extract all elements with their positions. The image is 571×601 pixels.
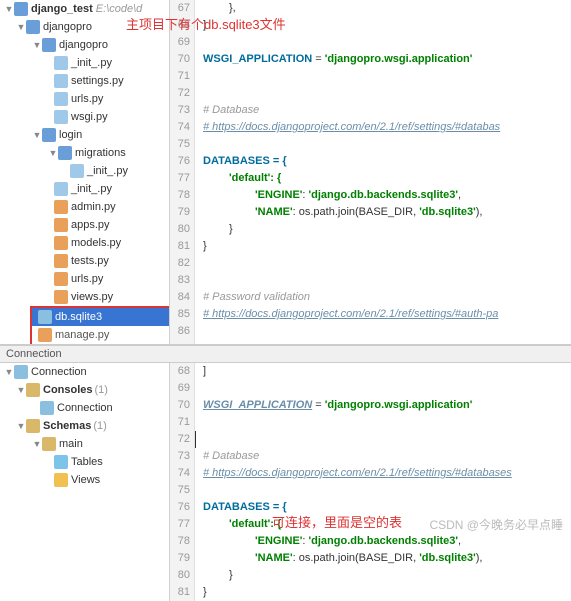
python-file-icon — [54, 182, 68, 196]
file-urls[interactable]: urls.py — [0, 90, 169, 108]
project-tree[interactable]: ▼django_test E:\code\d ▼djangopro ▼djang… — [0, 0, 170, 344]
folder-djangopro[interactable]: ▼djangopro — [0, 18, 169, 36]
folder-icon — [42, 128, 56, 142]
python-file-icon — [54, 74, 68, 88]
connection-icon — [14, 365, 28, 379]
file-models[interactable]: models.py — [0, 234, 169, 252]
tables-node[interactable]: Tables — [0, 453, 169, 471]
folder-login[interactable]: ▼login — [0, 126, 169, 144]
folder-icon — [26, 419, 40, 433]
file-init[interactable]: _init_.py — [0, 54, 169, 72]
database-tree[interactable]: ▼Connection ▼Consoles(1) Connection ▼Sch… — [0, 363, 170, 601]
file-init3[interactable]: _init_.py — [0, 180, 169, 198]
project-path: E:\code\d — [96, 3, 142, 15]
folder-icon — [26, 383, 40, 397]
database-icon — [38, 310, 52, 324]
folder-icon — [26, 20, 40, 34]
schema-icon — [42, 437, 56, 451]
file-views[interactable]: views.py — [0, 288, 169, 306]
python-file-icon — [54, 254, 68, 268]
chevron-down-icon: ▼ — [48, 148, 58, 158]
view-icon — [54, 473, 68, 487]
highlight-box: db.sqlite3 manage.py — [30, 306, 170, 344]
schemas-folder[interactable]: ▼Schemas(1) — [0, 417, 169, 435]
chevron-down-icon: ▼ — [32, 439, 42, 449]
table-icon — [54, 455, 68, 469]
file-wsgi[interactable]: wsgi.py — [0, 108, 169, 126]
python-file-icon — [54, 200, 68, 214]
chevron-down-icon: ▼ — [4, 4, 14, 14]
folder-migrations[interactable]: ▼migrations — [0, 144, 169, 162]
chevron-down-icon: ▼ — [16, 421, 26, 431]
editor-top[interactable]: }, ] WSGI_APPLICATION = 'djangopro.wsgi.… — [195, 0, 571, 344]
chevron-down-icon: ▼ — [32, 130, 42, 140]
python-file-icon — [54, 56, 68, 70]
python-file-icon — [54, 92, 68, 106]
python-file-icon — [54, 110, 68, 124]
python-file-icon — [54, 272, 68, 286]
watermark: CSDN @今晚务必早点睡 — [429, 516, 563, 533]
file-init2[interactable]: _init_.py — [0, 162, 169, 180]
python-file-icon — [38, 328, 52, 342]
file-apps[interactable]: apps.py — [0, 216, 169, 234]
connection-root[interactable]: ▼Connection — [0, 363, 169, 381]
console-connection[interactable]: Connection — [0, 399, 169, 417]
views-node[interactable]: Views — [0, 471, 169, 489]
consoles-folder[interactable]: ▼Consoles(1) — [0, 381, 169, 399]
chevron-down-icon: ▼ — [16, 22, 26, 32]
file-db-sqlite3[interactable]: db.sqlite3 — [32, 308, 170, 326]
line-gutter-bottom: 6869707172737475767778798081 — [170, 363, 195, 601]
folder-icon — [14, 2, 28, 16]
line-gutter-top: 6768697071727374757677787980818283848586 — [170, 0, 195, 344]
chevron-down-icon: ▼ — [4, 367, 14, 377]
folder-icon — [58, 146, 72, 160]
connection-header[interactable]: Connection — [0, 345, 571, 363]
python-file-icon — [70, 164, 84, 178]
file-admin[interactable]: admin.py — [0, 198, 169, 216]
file-urls2[interactable]: urls.py — [0, 270, 169, 288]
folder-djangopro-inner[interactable]: ▼djangopro — [0, 36, 169, 54]
chevron-down-icon: ▼ — [32, 40, 42, 50]
file-tests[interactable]: tests.py — [0, 252, 169, 270]
console-icon — [40, 401, 54, 415]
python-file-icon — [54, 218, 68, 232]
python-file-icon — [54, 236, 68, 250]
python-file-icon — [54, 290, 68, 304]
schema-main[interactable]: ▼main — [0, 435, 169, 453]
project-root[interactable]: ▼django_test E:\code\d — [0, 0, 169, 18]
editor-bottom[interactable]: ] WSGI_APPLICATION = 'djangopro.wsgi.app… — [195, 363, 571, 601]
chevron-down-icon: ▼ — [16, 385, 26, 395]
file-manage[interactable]: manage.py — [32, 326, 170, 344]
folder-icon — [42, 38, 56, 52]
file-settings[interactable]: settings.py — [0, 72, 169, 90]
